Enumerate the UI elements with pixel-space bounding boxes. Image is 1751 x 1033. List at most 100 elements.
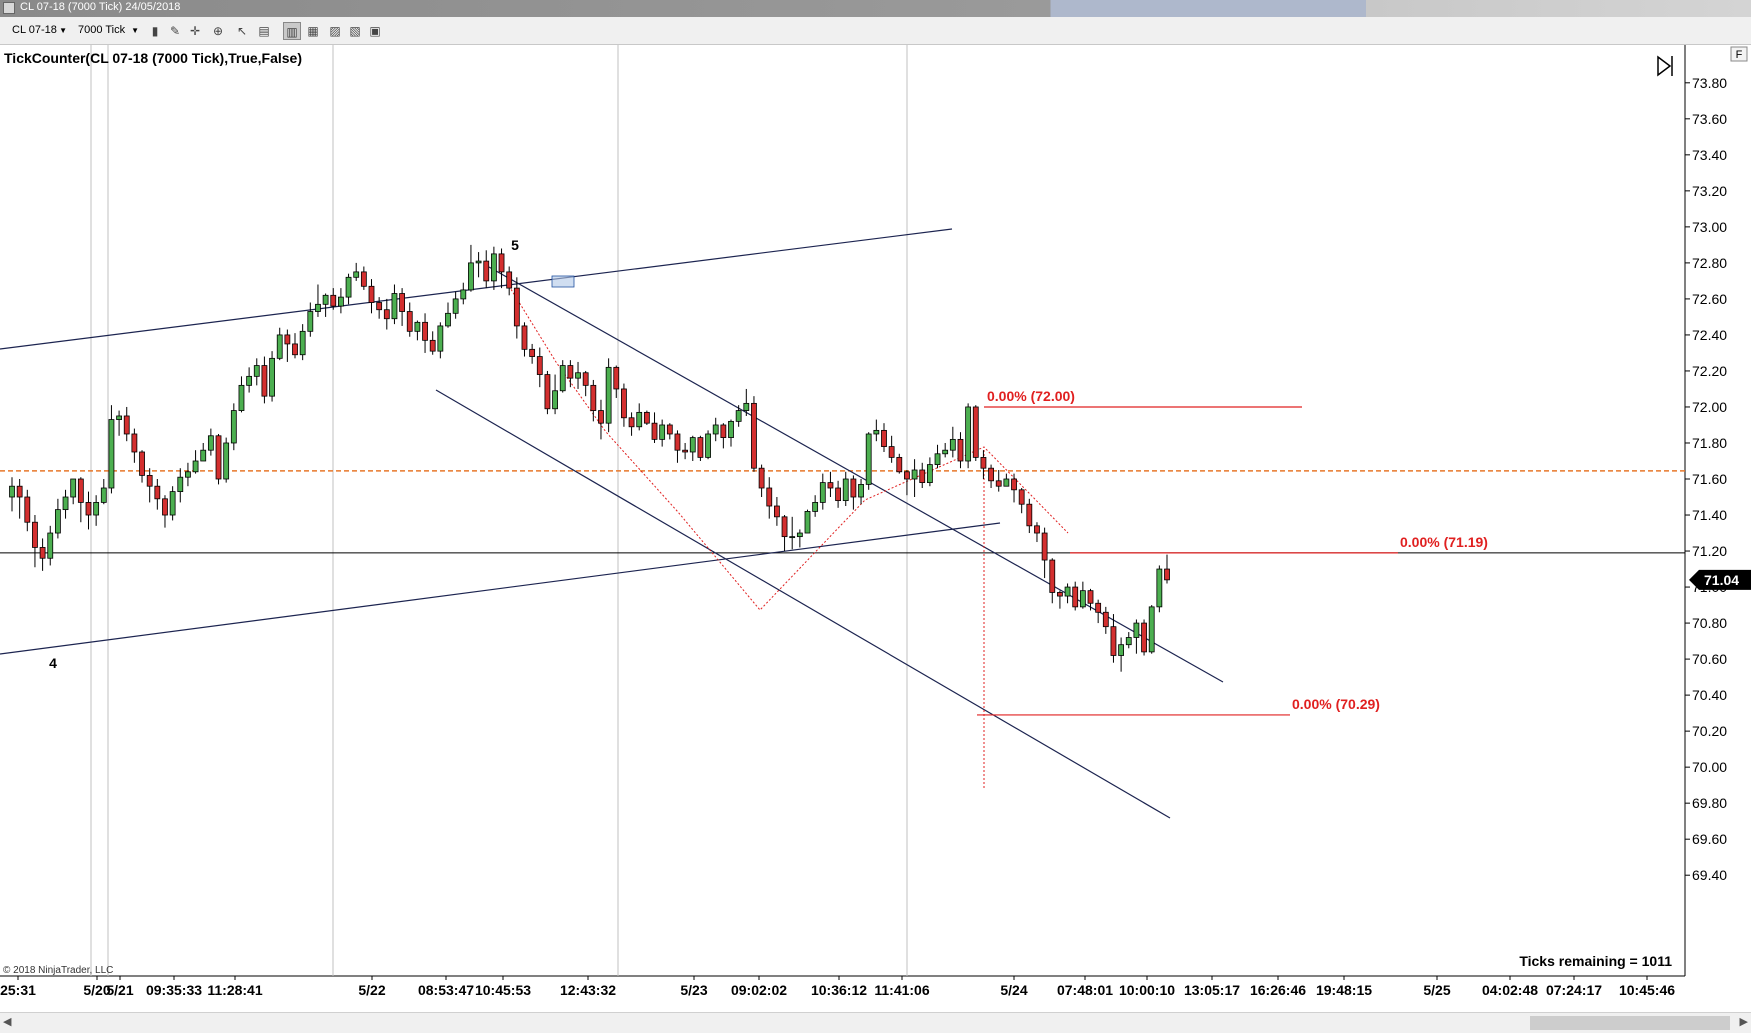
chevron-down-icon: ▼ bbox=[131, 26, 139, 35]
candle-body bbox=[93, 502, 100, 516]
candle-body bbox=[154, 485, 161, 500]
indicator-icon[interactable]: ▨ bbox=[326, 22, 344, 40]
candle-body bbox=[192, 460, 199, 473]
candle-body bbox=[1164, 568, 1170, 581]
candle-body bbox=[215, 435, 222, 480]
fib-level-label: 0.00% (70.29) bbox=[1292, 696, 1380, 712]
x-tick-label: 16:26:46 bbox=[1250, 982, 1306, 998]
candle-body bbox=[207, 435, 214, 451]
float-button[interactable]: F bbox=[1730, 46, 1748, 62]
x-tick-label: 09:02:02 bbox=[731, 982, 787, 998]
candle-body bbox=[100, 487, 107, 503]
price-chart[interactable]: 73.80 73.60 73.40 73.20 73.00 72.80 72.60 72.40… bbox=[0, 45, 1751, 1012]
y-tick-label: 73.20 bbox=[1692, 183, 1727, 199]
candle-body bbox=[552, 390, 558, 410]
candle-body bbox=[835, 487, 841, 502]
chart-style-icon[interactable]: ▥ bbox=[283, 22, 301, 40]
scroll-right-icon[interactable]: ▶ bbox=[1740, 1015, 1748, 1028]
candle-body bbox=[1095, 602, 1102, 613]
candle-body bbox=[62, 496, 69, 511]
window-title: CL 07-18 (7000 Tick) 24/05/2018 bbox=[20, 1, 181, 13]
pointer-icon[interactable]: ↖ bbox=[233, 22, 251, 40]
candle-body bbox=[758, 467, 765, 489]
candle bbox=[804, 509, 811, 534]
x-tick-label: 07:48:01 bbox=[1057, 982, 1113, 998]
selection-marker bbox=[551, 275, 575, 288]
zoom-icon[interactable]: ⊕ bbox=[209, 22, 227, 40]
y-tick-label: 70.60 bbox=[1692, 651, 1727, 667]
candle-body bbox=[177, 476, 184, 493]
candle bbox=[751, 396, 757, 472]
candle-body bbox=[513, 287, 520, 327]
candle-body bbox=[789, 536, 796, 539]
x-tick-label: 10:45:46 bbox=[1619, 982, 1675, 998]
last-price-label: 71.04 bbox=[1704, 572, 1739, 588]
pencil-icon[interactable]: ✎ bbox=[166, 22, 184, 40]
candle-body bbox=[1102, 611, 1109, 628]
candle-body bbox=[926, 464, 933, 484]
candle-body bbox=[116, 415, 122, 420]
x-tick-label: 5/23 bbox=[680, 982, 707, 998]
candle-body bbox=[980, 456, 987, 469]
candle-body bbox=[735, 410, 742, 422]
scroll-left-icon[interactable]: ◀ bbox=[3, 1015, 11, 1028]
y-tick-label: 70.80 bbox=[1692, 615, 1727, 631]
candle-body bbox=[858, 484, 864, 498]
candle-body bbox=[873, 429, 880, 435]
x-tick-label: 19:48:15 bbox=[1316, 982, 1372, 998]
candle-body bbox=[988, 467, 994, 482]
candle-body bbox=[559, 365, 566, 392]
crosshair-icon[interactable]: ✛ bbox=[186, 22, 204, 40]
candle-body bbox=[666, 424, 673, 435]
candle-body bbox=[934, 453, 941, 465]
chevron-down-icon: ▼ bbox=[59, 26, 67, 35]
candle-body bbox=[414, 321, 421, 332]
candle-body bbox=[437, 325, 444, 352]
window-title-bar: CL 07-18 (7000 Tick) 24/05/2018 bbox=[0, 0, 1751, 17]
candle-body bbox=[253, 365, 260, 377]
candle-body bbox=[1034, 525, 1040, 534]
scrollbar-thumb[interactable] bbox=[1530, 1016, 1730, 1030]
candle-body bbox=[621, 388, 627, 419]
candle bbox=[544, 370, 551, 415]
candle-body bbox=[185, 471, 191, 478]
last-price-marker: 71.04 bbox=[1689, 569, 1751, 590]
candle-body bbox=[230, 410, 237, 444]
candle-body bbox=[1011, 478, 1017, 491]
y-tick-label: 69.60 bbox=[1692, 831, 1727, 847]
wave-label: 5 bbox=[511, 237, 519, 253]
candle-body bbox=[146, 475, 153, 487]
candle-body bbox=[1003, 478, 1010, 487]
strategy-icon[interactable]: ▦ bbox=[304, 22, 322, 40]
candle-body bbox=[636, 411, 643, 428]
candle-body bbox=[544, 374, 551, 410]
candle-body bbox=[651, 422, 658, 440]
x-tick-label: 11:28:41 bbox=[207, 982, 262, 998]
candle-body bbox=[506, 271, 513, 289]
x-tick-label: 10:45:53 bbox=[475, 982, 531, 998]
candle-body bbox=[682, 449, 689, 453]
candle-body bbox=[345, 276, 352, 298]
candle-body bbox=[123, 415, 130, 435]
panel-icon[interactable]: ▣ bbox=[366, 22, 384, 40]
data-box-icon[interactable]: ▤ bbox=[255, 22, 273, 40]
candle-body bbox=[315, 303, 321, 312]
candle-body bbox=[452, 298, 459, 314]
horizontal-scrollbar[interactable]: ◀ ▶ bbox=[0, 1012, 1751, 1033]
svg-text:F: F bbox=[1736, 49, 1743, 61]
y-tick-label: 73.60 bbox=[1692, 111, 1727, 127]
interval-selector[interactable]: 7000 Tick ▼ bbox=[75, 22, 141, 39]
candle-body bbox=[598, 410, 604, 424]
bar-type-icon[interactable]: ▮ bbox=[146, 22, 164, 40]
candle bbox=[169, 486, 176, 521]
candle bbox=[972, 405, 979, 461]
candle bbox=[643, 410, 650, 425]
candle-body bbox=[781, 516, 788, 538]
candle-body bbox=[1049, 559, 1056, 593]
candle-body bbox=[16, 485, 23, 498]
instrument-selector[interactable]: CL 07-18 ▼ bbox=[9, 22, 69, 39]
fib-level-label: 0.00% (72.00) bbox=[987, 388, 1075, 404]
indicator-label: TickCounter(CL 07-18 (7000 Tick),True,Fa… bbox=[4, 50, 302, 66]
properties-icon[interactable]: ▧ bbox=[346, 22, 364, 40]
x-tick-label: 07:24:17 bbox=[1546, 982, 1602, 998]
